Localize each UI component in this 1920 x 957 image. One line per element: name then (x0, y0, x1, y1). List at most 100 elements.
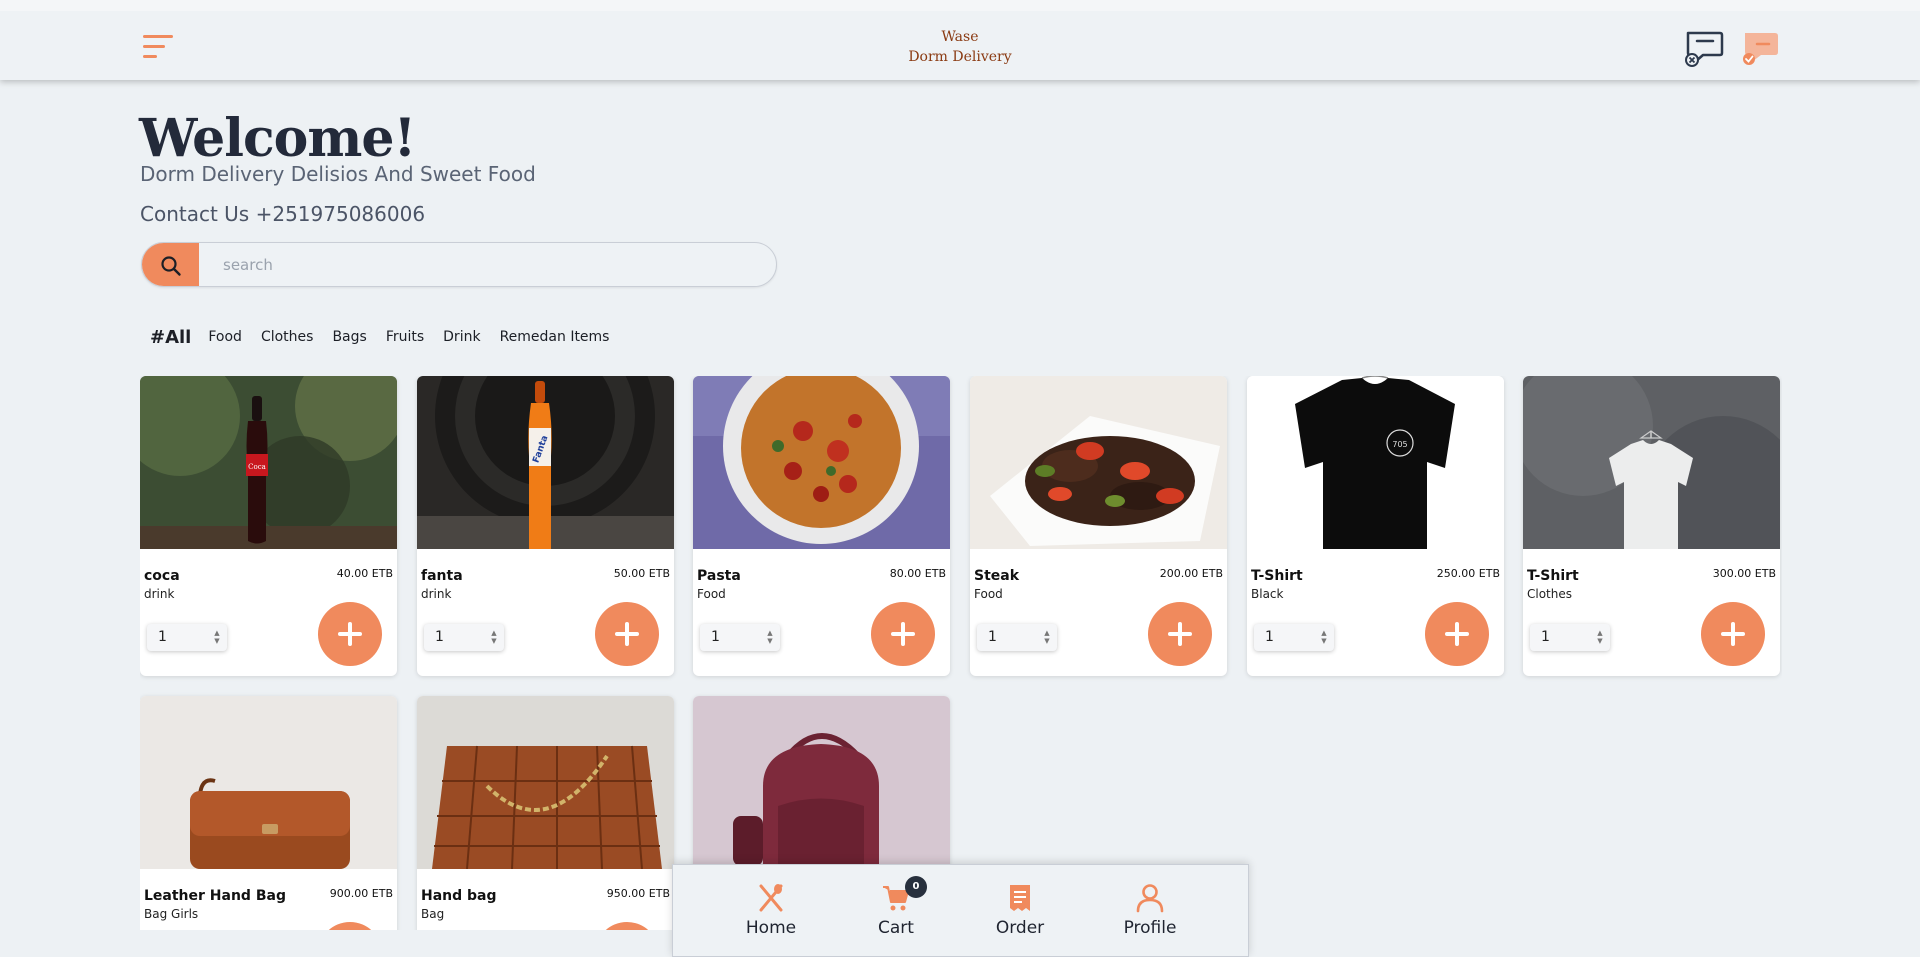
brand-title: Wase Dorm Delivery (0, 27, 1920, 67)
chat-bubble-x-icon[interactable] (1683, 29, 1725, 69)
product-image-white-tshirt[interactable] (1523, 376, 1780, 549)
product-image-leather-hand-bag[interactable] (140, 696, 397, 869)
search-icon[interactable] (142, 243, 199, 286)
product-category: Food (974, 587, 1003, 601)
product-card: Pasta 80.00 ETB Food 1 ▲ ▼ (693, 376, 950, 676)
add-to-cart-button[interactable] (1425, 602, 1489, 666)
product-image-fanta[interactable]: Fanta (417, 376, 674, 549)
category-tab-clothes[interactable]: Clothes (261, 329, 314, 345)
quantity-stepper[interactable]: 1 ▲ ▼ (424, 624, 504, 651)
product-name: T-Shirt (1251, 568, 1303, 584)
add-to-cart-button[interactable] (1148, 602, 1212, 666)
product-name: T-Shirt (1527, 568, 1579, 584)
product-category: drink (144, 587, 175, 601)
product-card: Fanta fanta 50.00 ETB drink 1 ▲ ▼ (417, 376, 674, 676)
quantity-stepper[interactable]: 1 ▲ ▼ (700, 624, 780, 651)
product-grid: Coca coca 40.00 ETB drink 1 ▲ ▼ Fanta fant… (140, 376, 1782, 930)
spinner-arrows-icon[interactable]: ▲ ▼ (765, 629, 775, 645)
product-card: Steak 200.00 ETB Food 1 ▲ ▼ (970, 376, 1227, 676)
search-input[interactable] (199, 243, 776, 286)
quantity-value: 1 (1265, 629, 1274, 645)
nav-profile[interactable]: Profile (1095, 865, 1205, 957)
product-name: Hand bag (421, 888, 497, 904)
quantity-value: 1 (1541, 629, 1550, 645)
tagline: Dorm Delivery Delisios And Sweet Food (140, 162, 536, 186)
product-card: T-Shirt 300.00 ETB Clothes 1 ▲ ▼ (1523, 376, 1780, 676)
product-card: 705 T-Shirt 250.00 ETB Black 1 ▲ ▼ (1247, 376, 1504, 676)
add-to-cart-button[interactable] (871, 602, 935, 666)
spinner-arrows-icon[interactable]: ▲ ▼ (489, 629, 499, 645)
product-name: Steak (974, 568, 1020, 584)
product-name: fanta (421, 568, 463, 584)
nav-cart[interactable]: 0 Cart (841, 865, 951, 957)
add-to-cart-button[interactable] (318, 602, 382, 666)
product-name: Pasta (697, 568, 741, 584)
svg-text:705: 705 (1392, 440, 1407, 449)
quantity-stepper[interactable]: 1 ▲ ▼ (1530, 624, 1610, 651)
spinner-arrows-icon[interactable]: ▲ ▼ (1042, 629, 1052, 645)
product-category: Black (1251, 587, 1284, 601)
product-name: coca (144, 568, 180, 584)
plus-icon (1168, 622, 1192, 646)
bottom-nav: Home 0 Cart Order Profile (672, 864, 1249, 957)
quantity-stepper[interactable]: 1 ▲ ▼ (977, 624, 1057, 651)
product-price: 50.00 ETB (613, 567, 670, 580)
nav-home[interactable]: Home (716, 865, 826, 957)
product-price: 80.00 ETB (889, 567, 946, 580)
category-tab-remedan-items[interactable]: Remedan Items (500, 329, 610, 345)
product-image-coca[interactable]: Coca (140, 376, 397, 549)
product-image-steak[interactable] (970, 376, 1227, 549)
category-tab-all[interactable]: #All (150, 327, 191, 348)
user-icon (1135, 883, 1165, 913)
nav-home-label: Home (745, 918, 797, 938)
add-to-cart-button[interactable] (595, 602, 659, 666)
quantity-stepper[interactable]: 1 ▲ ▼ (147, 624, 227, 651)
product-image-backpack[interactable] (693, 696, 950, 869)
product-category: Bag (421, 907, 445, 921)
product-price: 950.00 ETB (606, 887, 670, 900)
quantity-value: 1 (711, 629, 720, 645)
nav-cart-label: Cart (878, 918, 914, 938)
product-image-pasta[interactable] (693, 376, 950, 549)
add-to-cart-button[interactable] (1701, 602, 1765, 666)
product-category: drink (421, 587, 452, 601)
top-header: Wase Dorm Delivery (0, 0, 1920, 80)
product-price: 200.00 ETB (1159, 567, 1223, 580)
fork-knife-icon (756, 883, 786, 913)
nav-order-label: Order (995, 918, 1045, 938)
category-tab-bags[interactable]: Bags (332, 329, 366, 345)
product-image-hand-bag[interactable] (417, 696, 674, 869)
quantity-value: 1 (435, 629, 444, 645)
category-tab-fruits[interactable]: Fruits (386, 329, 424, 345)
svg-text:Coca: Coca (248, 463, 266, 471)
product-name: Leather Hand Bag (144, 888, 286, 904)
product-card: Leather Hand Bag 900.00 ETB Bag Girls 1▲… (140, 696, 397, 930)
add-to-cart-button[interactable] (595, 922, 659, 930)
product-category: Food (697, 587, 726, 601)
product-card: Coca coca 40.00 ETB drink 1 ▲ ▼ (140, 376, 397, 676)
quantity-value: 1 (158, 629, 167, 645)
receipt-icon (1005, 883, 1035, 913)
plus-icon (338, 622, 362, 646)
nav-profile-label: Profile (1123, 918, 1177, 938)
product-image-black-tshirt[interactable]: 705 (1247, 376, 1504, 549)
spinner-arrows-icon[interactable]: ▲ ▼ (212, 629, 222, 645)
chat-bubble-check-icon[interactable] (1741, 30, 1779, 68)
nav-order[interactable]: Order (965, 865, 1075, 957)
cart-count-badge: 0 (905, 876, 927, 898)
product-price: 40.00 ETB (336, 567, 393, 580)
spinner-arrows-icon[interactable]: ▲ ▼ (1595, 629, 1605, 645)
spinner-arrows-icon[interactable]: ▲ ▼ (1319, 629, 1329, 645)
plus-icon (615, 622, 639, 646)
contact-info: Contact Us +251975086006 (140, 202, 426, 226)
category-tabs: #All Food Clothes Bags Fruits Drink Reme… (150, 322, 628, 352)
quantity-value: 1 (988, 629, 997, 645)
category-tab-food[interactable]: Food (208, 329, 242, 345)
product-price: 250.00 ETB (1436, 567, 1500, 580)
plus-icon (1721, 622, 1745, 646)
brand-line-1: Wase (941, 29, 979, 45)
quantity-stepper[interactable]: 1 ▲ ▼ (1254, 624, 1334, 651)
plus-icon (891, 622, 915, 646)
category-tab-drink[interactable]: Drink (443, 329, 480, 345)
add-to-cart-button[interactable] (318, 922, 382, 930)
